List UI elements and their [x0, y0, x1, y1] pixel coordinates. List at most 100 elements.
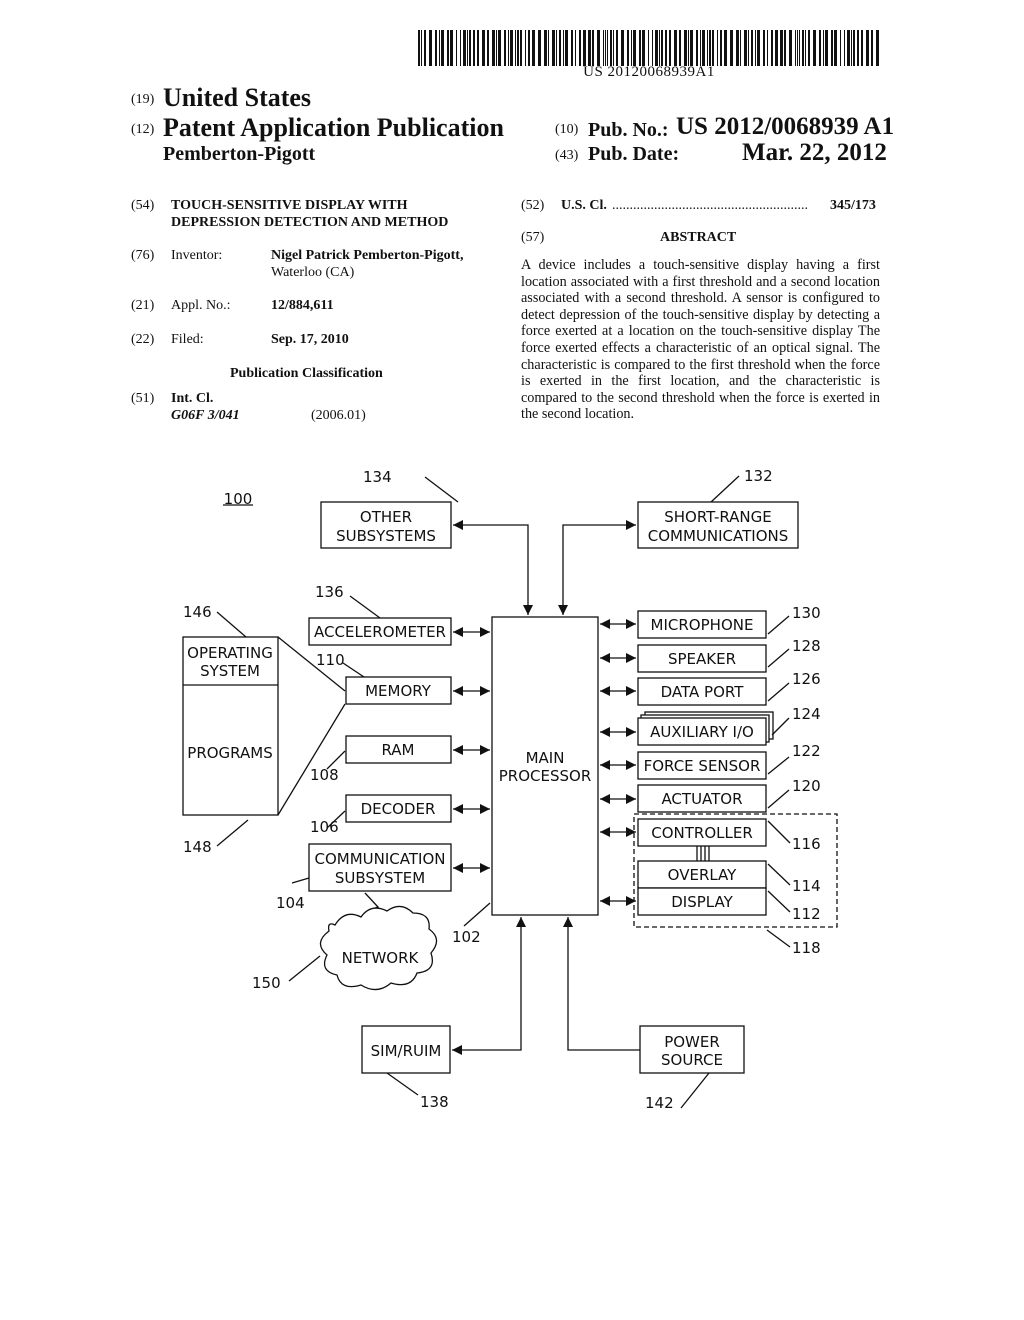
leader-104	[291, 877, 310, 884]
abstract-code: (57)	[521, 230, 545, 245]
ref-106: 106	[310, 818, 339, 836]
barcode-bar	[763, 30, 765, 66]
ref-122: 122	[792, 742, 821, 760]
barcode-bar	[473, 30, 475, 66]
decoder-label: DECODER	[361, 800, 436, 818]
leader-116	[767, 820, 791, 844]
barcode-bar	[767, 30, 768, 66]
abstract-heading: ABSTRACT	[660, 230, 737, 245]
barcode-bar	[605, 30, 606, 66]
leader-118	[766, 929, 791, 948]
barcode-bar	[679, 30, 681, 66]
other-subsystems-connector	[453, 520, 533, 615]
appl-label: Appl. No.:	[171, 298, 231, 313]
barcode-bar	[418, 30, 420, 66]
barcode-bar	[688, 30, 689, 66]
ref-136: 136	[315, 583, 344, 601]
barcode-bar	[456, 30, 457, 66]
inventor-name: Nigel Patrick Pemberton-Pigott,	[271, 248, 464, 263]
barcode-bar	[789, 30, 792, 66]
country-code: (19)	[131, 92, 155, 107]
barcode-bar	[520, 30, 522, 66]
barcode-bar	[736, 30, 739, 66]
barcode-bar	[627, 30, 629, 66]
barcode-bar	[447, 30, 449, 66]
barcode-bar	[450, 30, 453, 66]
memory-label: MEMORY	[365, 682, 432, 700]
barcode-bar	[876, 30, 879, 66]
barcode-bar	[795, 30, 796, 66]
ref-116: 116	[792, 835, 821, 853]
barcode-bar	[579, 30, 581, 66]
ref-138: 138	[420, 1093, 449, 1111]
short-range-label-1: SHORT-RANGE	[664, 508, 772, 526]
barcode-bar	[439, 30, 440, 66]
network-label: NETWORK	[342, 949, 420, 967]
barcode-bar	[709, 30, 711, 66]
ref-126: 126	[792, 670, 821, 688]
barcode-bar	[755, 30, 756, 66]
barcode-bar	[797, 30, 798, 66]
barcode-bar	[702, 30, 705, 66]
barcode-bar	[834, 30, 837, 66]
barcode-bar	[597, 30, 600, 66]
pub-date: Mar. 22, 2012	[742, 139, 887, 166]
barcode-bar	[592, 30, 594, 66]
barcode-bar	[510, 30, 513, 66]
leader-134	[424, 476, 459, 503]
ref-128: 128	[792, 637, 821, 655]
barcode-bar	[583, 30, 586, 66]
ref-120: 120	[792, 777, 821, 795]
comm-subsystem-label-1: COMMUNICATION	[315, 850, 446, 868]
barcode-bar	[661, 30, 663, 66]
barcode-bar	[588, 30, 591, 66]
int-cl-label: Int. Cl.	[171, 391, 214, 406]
barcode-bar	[548, 30, 549, 66]
barcode-bar	[825, 30, 828, 66]
other-subsystems-label-2: SUBSYSTEMS	[336, 527, 436, 545]
pub-date-label: Pub. Date:	[588, 143, 680, 165]
barcode-bar	[421, 30, 422, 66]
us-cl-value: 345/173	[830, 198, 876, 213]
leader-110	[342, 662, 365, 678]
leader-132	[710, 475, 740, 503]
barcode-bar	[492, 30, 495, 66]
barcode-bar	[532, 30, 535, 66]
barcode-bar	[684, 30, 687, 66]
leader-130	[767, 615, 790, 635]
doc-type: Patent Application Publication	[163, 113, 504, 142]
force-sensor-label: FORCE SENSOR	[644, 757, 761, 775]
barcode-bar	[424, 30, 426, 66]
leader-148	[216, 819, 249, 847]
sim-ruim-label: SIM/RUIM	[371, 1042, 442, 1060]
ref-132: 132	[744, 467, 773, 485]
barcode-bar	[784, 30, 786, 66]
barcode-bar	[690, 30, 693, 66]
barcode-bar	[665, 30, 667, 66]
barcode-bar	[669, 30, 671, 66]
inventor-code: (76)	[131, 248, 155, 263]
barcode-bar	[757, 30, 760, 66]
ref-134: 134	[363, 468, 392, 486]
figure-ref: 100	[224, 490, 253, 508]
inventor-label: Inventor:	[171, 248, 223, 263]
barcode-bar	[616, 30, 618, 66]
title-code: (54)	[131, 198, 155, 213]
barcode-bar	[674, 30, 677, 66]
pub-date-code: (43)	[555, 148, 579, 163]
leader-138	[386, 1072, 419, 1096]
overlay-label: OVERLAY	[668, 866, 738, 884]
barcode-bar	[799, 30, 800, 66]
barcode-bar	[840, 30, 841, 66]
barcode-bar	[655, 30, 658, 66]
leader-142	[680, 1072, 710, 1109]
barcode-bar	[467, 30, 468, 66]
leader-122	[767, 756, 790, 775]
appl-number: 12/884,611	[271, 298, 334, 313]
speaker-label: SPEAKER	[668, 650, 736, 668]
barcode-bar	[707, 30, 708, 66]
barcode-bar	[861, 30, 863, 66]
barcode-bar	[730, 30, 733, 66]
barcode-bar	[607, 30, 608, 66]
barcode-bar	[563, 30, 564, 66]
